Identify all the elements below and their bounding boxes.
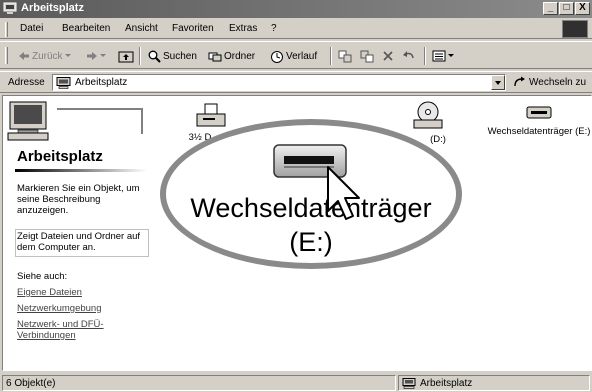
go-arrow-icon — [514, 76, 525, 87]
pane-info: Zeigt Dateien und Ordner auf dem Compute… — [17, 231, 141, 253]
magnifier-callout: Wechseldatenträger (E:) — [160, 119, 462, 269]
undo-button[interactable] — [402, 48, 416, 64]
list-item[interactable]: Wechseldatenträger (E:) — [487, 104, 591, 137]
decorative-frame — [57, 108, 143, 134]
chevron-down-icon — [448, 54, 454, 57]
back-label: Zurück — [32, 50, 63, 62]
menu-bar: Datei Bearbeiten Ansicht Favoriten Extra… — [0, 19, 592, 39]
chevron-down-icon — [100, 54, 106, 57]
history-icon — [271, 50, 283, 63]
menu-extras[interactable]: Extras — [229, 23, 257, 34]
search-icon — [148, 50, 161, 63]
copy-to-button[interactable] — [360, 48, 374, 64]
address-bar: Adresse Arbeitsplatz Wechseln zu — [0, 71, 592, 93]
see-also-label: Siehe auch: — [17, 271, 68, 282]
cd-drive-icon — [413, 101, 443, 129]
pane-title: Arbeitsplatz — [17, 148, 103, 165]
history-button[interactable]: Verlauf — [270, 48, 317, 64]
status-location-label: Arbeitsplatz — [420, 377, 473, 389]
web-view-pane: Arbeitsplatz Markieren Sie ein Objekt, u… — [3, 96, 155, 370]
magnified-label: Wechseldatenträger (E:) — [166, 191, 456, 259]
back-button[interactable]: Zurück — [18, 48, 71, 64]
status-bar: 6 Objekt(e) Arbeitsplatz — [0, 373, 592, 392]
item-label: (D:) — [430, 134, 446, 145]
standard-toolbar: Zurück Suchen Ordner Verlauf — [0, 41, 592, 69]
back-arrow-icon — [19, 52, 29, 60]
folders-icon — [208, 52, 222, 62]
forward-arrow-icon — [87, 52, 97, 60]
title-bar: Arbeitsplatz _ □ X — [0, 0, 592, 18]
computer-icon — [402, 377, 416, 389]
search-button[interactable]: Suchen — [148, 48, 197, 64]
chevron-down-icon — [64, 54, 71, 57]
address-dropdown-button[interactable] — [491, 75, 505, 90]
magnified-label-line1: Wechseldatenträger — [190, 193, 432, 223]
forward-button[interactable] — [86, 48, 106, 64]
floppy-drive-icon — [196, 103, 226, 127]
delete-icon — [383, 51, 393, 61]
link-netzwerkumgebung[interactable]: Netzwerkumgebung — [17, 303, 102, 314]
computer-icon — [3, 2, 17, 14]
menu-favoriten[interactable]: Favoriten — [172, 23, 214, 34]
computer-icon — [56, 77, 71, 89]
menu-bearbeiten[interactable]: Bearbeiten — [62, 23, 110, 34]
title-divider — [15, 169, 147, 172]
move-to-button[interactable] — [338, 48, 352, 64]
views-button[interactable] — [432, 48, 454, 64]
go-button[interactable]: Wechseln zu — [513, 76, 586, 88]
menu-datei[interactable]: Datei — [20, 23, 43, 34]
maximize-button[interactable]: □ — [559, 2, 574, 15]
delete-button[interactable] — [382, 48, 394, 64]
minimize-button[interactable]: _ — [543, 2, 558, 15]
search-label: Suchen — [163, 50, 197, 62]
address-input[interactable]: Arbeitsplatz — [52, 74, 506, 91]
address-label: Adresse — [8, 77, 45, 88]
link-eigene-dateien[interactable]: Eigene Dateien — [17, 287, 82, 298]
link-netzwerkverbindungen[interactable]: Netzwerk- und DFÜ-Verbindungen — [17, 319, 127, 341]
mouse-pointer-icon — [327, 166, 360, 220]
undo-icon — [403, 51, 414, 59]
menu-ansicht[interactable]: Ansicht — [125, 23, 158, 34]
views-icon — [432, 50, 446, 62]
up-folder-button[interactable] — [118, 48, 134, 64]
folders-label: Ordner — [224, 50, 256, 62]
menu-help[interactable]: ? — [271, 23, 277, 34]
status-object-count: 6 Objekt(e) — [2, 375, 396, 391]
copy-to-icon — [360, 50, 374, 62]
move-to-icon — [338, 50, 352, 62]
close-button[interactable]: X — [575, 2, 590, 15]
go-label: Wechseln zu — [529, 76, 587, 88]
window-title: Arbeitsplatz — [21, 2, 84, 14]
address-value: Arbeitsplatz — [75, 77, 128, 88]
toolbar-grip[interactable] — [5, 47, 8, 64]
item-label: Wechseldatenträger (E:) — [487, 126, 591, 137]
magnified-label-line2: (E:) — [289, 227, 333, 257]
history-label: Verlauf — [286, 50, 318, 62]
status-location: Arbeitsplatz — [398, 375, 590, 391]
folders-button[interactable]: Ordner — [208, 48, 255, 64]
menu-grip[interactable] — [5, 22, 8, 37]
removable-drive-icon — [526, 106, 552, 119]
pane-description: Markieren Sie ein Objekt, um seine Besch… — [17, 183, 140, 216]
windows-logo-icon — [562, 20, 588, 38]
up-folder-icon — [118, 51, 134, 62]
computer-icon — [7, 101, 49, 141]
